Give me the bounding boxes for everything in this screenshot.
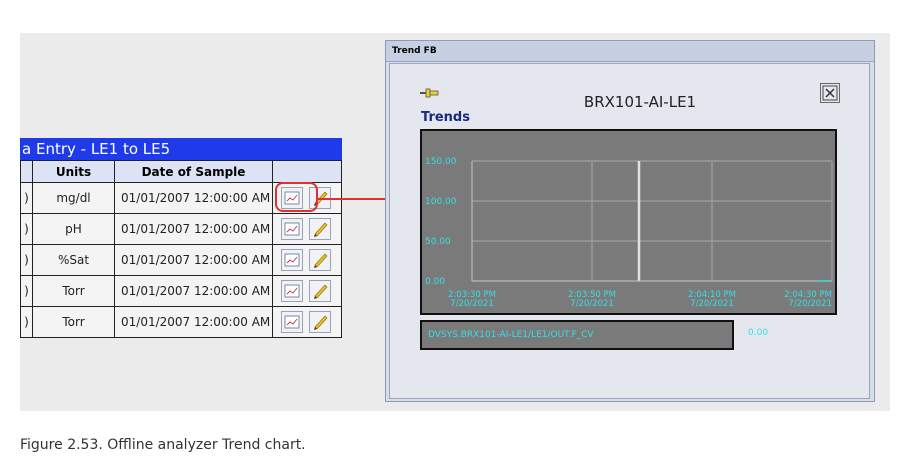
y-tick-label: 0.00 xyxy=(425,277,445,287)
pencil-icon xyxy=(314,284,328,299)
pen-value: 0.00 xyxy=(748,328,769,338)
edit-button[interactable] xyxy=(309,280,331,302)
row-units-cell: Torr xyxy=(33,276,115,306)
row-actions-cell xyxy=(273,214,343,244)
trend-chart-icon xyxy=(284,284,300,298)
x-tick-date: 7/20/2021 xyxy=(788,299,832,309)
table-header-row: Units Date of Sample xyxy=(20,160,342,183)
y-tick-label: 100.00 xyxy=(425,197,457,207)
row-lead-cell: ) xyxy=(21,183,33,213)
row-lead-cell: ) xyxy=(21,214,33,244)
y-tick-label: 50.00 xyxy=(425,237,451,247)
row-units-cell: mg/dl xyxy=(33,183,115,213)
row-units-cell: %Sat xyxy=(33,245,115,275)
trend-button-highlight xyxy=(275,182,318,212)
x-tick-date: 7/20/2021 xyxy=(690,299,734,309)
pin-icon[interactable] xyxy=(419,86,441,100)
pencil-icon xyxy=(314,253,328,268)
row-actions-cell xyxy=(273,307,343,337)
row-date-cell: 01/01/2007 12:00:00 AM xyxy=(115,183,273,213)
edit-button[interactable] xyxy=(309,218,331,240)
window-title: Trend FB xyxy=(386,41,874,62)
edit-button[interactable] xyxy=(309,311,331,333)
trend-chart-icon xyxy=(284,253,300,267)
edit-button[interactable] xyxy=(309,249,331,271)
trend-button[interactable] xyxy=(281,249,303,271)
row-date-cell: 01/01/2007 12:00:00 AM xyxy=(115,307,273,337)
x-tick-date: 7/20/2021 xyxy=(450,299,494,309)
trend-chart-svg: 150.00100.0050.000.002:03:30 PM7/20/2021… xyxy=(425,157,833,309)
trends-label: Trends xyxy=(421,110,470,125)
row-lead-cell: ) xyxy=(21,245,33,275)
x-tick-date: 7/20/2021 xyxy=(570,299,614,309)
pen-selector[interactable]: DVSYS.BRX101-AI-LE1/LE1/OUT.F_CV xyxy=(420,320,734,350)
table-title: a Entry - LE1 to LE5 xyxy=(20,138,342,160)
table-row: ) Torr 01/01/2007 12:00:00 AM xyxy=(20,276,342,307)
row-actions-cell xyxy=(273,276,343,306)
figure-caption: Figure 2.53. Offline analyzer Trend char… xyxy=(20,437,306,453)
row-units-cell: Torr xyxy=(33,307,115,337)
close-icon xyxy=(822,85,838,101)
trend-chart: 150.00 100.00 50.00 0.00 2:03:30 PM 7/20/2021… xyxy=(420,129,837,315)
trend-chart-icon xyxy=(284,315,300,329)
header-actions xyxy=(273,161,343,182)
row-date-cell: 01/01/2007 12:00:00 AM xyxy=(115,276,273,306)
row-actions-cell xyxy=(273,245,343,275)
y-tick-label: 150.00 xyxy=(425,157,457,167)
header-date-of-sample: Date of Sample xyxy=(115,161,273,182)
header-cell-lead xyxy=(21,161,33,182)
trend-button[interactable] xyxy=(281,280,303,302)
row-lead-cell: ) xyxy=(21,276,33,306)
table-row: ) %Sat 01/01/2007 12:00:00 AM xyxy=(20,245,342,276)
trend-button[interactable] xyxy=(281,218,303,240)
table-row: ) pH 01/01/2007 12:00:00 AM xyxy=(20,214,342,245)
trend-button[interactable] xyxy=(281,311,303,333)
tag-title: BRX101-AI-LE1 xyxy=(583,93,697,111)
callout-arrow-line xyxy=(318,198,392,200)
trend-chart-icon xyxy=(284,222,300,236)
row-date-cell: 01/01/2007 12:00:00 AM xyxy=(115,214,273,244)
pencil-icon xyxy=(314,315,328,330)
row-units-cell: pH xyxy=(33,214,115,244)
row-lead-cell: ) xyxy=(21,307,33,337)
close-button[interactable] xyxy=(820,83,840,103)
header-units: Units xyxy=(33,161,115,182)
row-date-cell: 01/01/2007 12:00:00 AM xyxy=(115,245,273,275)
pencil-icon xyxy=(314,222,328,237)
table-row: ) Torr 01/01/2007 12:00:00 AM xyxy=(20,307,342,338)
